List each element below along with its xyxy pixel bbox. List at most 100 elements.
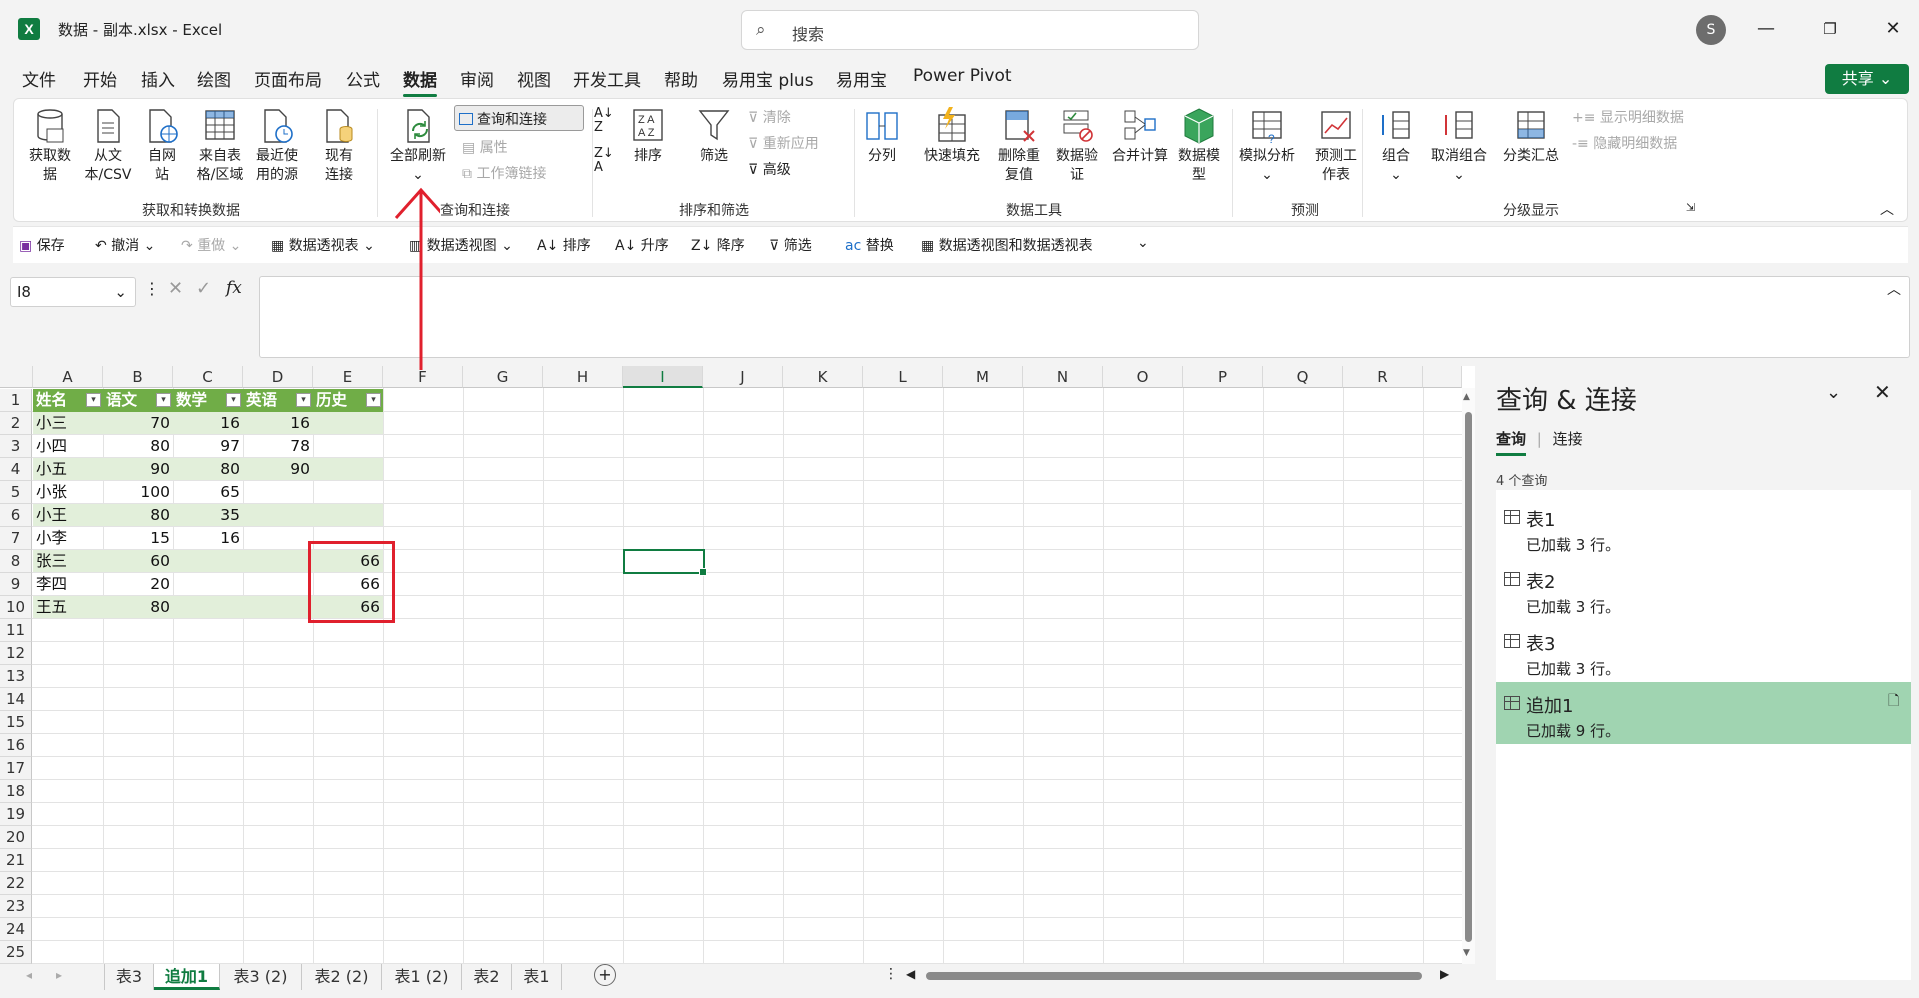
column-header[interactable]: O [1103,366,1183,388]
consolidate-button[interactable]: 合并计算 [1108,107,1172,166]
table-cell[interactable] [243,550,313,573]
table-header-cell[interactable]: 历史 ▾ [313,389,383,412]
row-header[interactable]: 14 [0,688,32,711]
row-header[interactable]: 15 [0,711,32,734]
from-web-button[interactable]: 自网站 [142,107,182,185]
from-text-csv-button[interactable]: 从文本/CSV [80,107,136,185]
restore-icon[interactable]: ❐ [1815,14,1845,44]
query-item[interactable]: 表1 已加载 3 行。 [1496,496,1911,558]
filter-dropdown-icon[interactable]: ▾ [156,393,171,407]
table-cell[interactable]: 80 [103,504,173,527]
scroll-up-icon[interactable]: ▲ [1463,392,1470,402]
tab-insert[interactable]: 插入 [141,66,175,91]
advanced-filter-button[interactable]: ⊽ 高级 [748,159,791,179]
row-header[interactable]: 3 [0,435,32,458]
active-cell-i8[interactable] [623,549,707,576]
row-header[interactable]: 12 [0,642,32,665]
filter-dropdown-icon[interactable]: ▾ [86,393,101,407]
ungroup-button[interactable]: 取消组合 ⌄ [1426,107,1492,185]
table-cell[interactable] [173,550,243,573]
table-cell[interactable]: 60 [103,550,173,573]
table-cell[interactable]: 90 [103,458,173,481]
pivot-table-button[interactable]: ▦ 数据透视表 ⌄ [271,235,375,255]
table-cell[interactable]: 16 [243,412,313,435]
table-cell[interactable]: 78 [243,435,313,458]
add-sheet-button[interactable]: + [594,964,616,986]
tab-formulas[interactable]: 公式 [346,66,380,91]
replace-button[interactable]: ac 替换 [845,235,894,255]
close-pane-icon[interactable]: ✕ [1874,380,1891,404]
tab-review[interactable]: 审阅 [460,66,494,91]
tab-data[interactable]: 数据 [403,66,437,97]
table-cell[interactable]: 小张 [33,481,103,504]
sheet-tab[interactable]: 表2 (2) [302,964,382,990]
table-cell[interactable] [313,481,383,504]
sheet-tab[interactable]: 表3 [104,964,154,990]
sort-desc-button[interactable]: Z↓ 降序 [691,235,745,255]
column-header[interactable]: Q [1263,366,1343,388]
prev-sheet-icon[interactable]: ◂ [26,968,32,982]
sheet-tab-active[interactable]: 追加1 [154,964,220,990]
undo-button[interactable]: ↶ 撤消 ⌄ [95,235,155,255]
row-header[interactable]: 4 [0,458,32,481]
sort-qat-button[interactable]: A↓ 排序 [537,235,591,255]
table-cell[interactable]: 15 [103,527,173,550]
avatar[interactable]: S [1696,15,1726,45]
pivot-both-button[interactable]: ▦ 数据透视图和数据透视表 [921,235,1093,255]
table-cell[interactable]: 80 [103,596,173,619]
collapse-ribbon-icon[interactable]: ︿ [1880,199,1894,219]
more-options-icon[interactable]: ⋮ [144,279,160,298]
table-header-cell[interactable]: 英语 ▾ [243,389,313,412]
filter-dropdown-icon[interactable]: ▾ [366,393,381,407]
tab-home[interactable]: 开始 [83,66,117,91]
tab-page-layout[interactable]: 页面布局 [254,66,322,91]
text-to-columns-button[interactable]: 分列 [862,107,902,166]
row-header[interactable]: 24 [0,918,32,941]
select-all-corner[interactable] [0,366,33,388]
filter-button[interactable]: 筛选 [694,107,734,166]
data-validation-button[interactable]: 数据验证 [1052,107,1102,185]
row-header[interactable]: 2 [0,412,32,435]
scroll-left-icon[interactable]: ◀ [906,967,915,981]
subtotal-button[interactable]: 分类汇总 [1500,107,1562,166]
refresh-all-button[interactable]: 全部刷新 ⌄ [385,107,451,185]
tab-file[interactable]: 文件 [22,66,56,91]
tab-view[interactable]: 视图 [517,66,551,91]
table-cell[interactable]: 16 [173,527,243,550]
table-cell[interactable] [313,435,383,458]
tab-power-pivot[interactable]: Power Pivot [913,66,1012,86]
sheet-tab[interactable]: 表1 (2) [382,964,462,990]
table-cell[interactable]: 小四 [33,435,103,458]
sheet-tab[interactable]: 表2 [462,964,512,990]
tab-queries[interactable]: 查询 [1496,430,1527,456]
column-header[interactable]: P [1183,366,1263,388]
row-header[interactable]: 10 [0,596,32,619]
table-cell[interactable]: 20 [103,573,173,596]
tab-connections[interactable]: 连接 [1553,430,1583,448]
table-cell[interactable] [313,412,383,435]
column-header[interactable]: C [173,366,243,388]
recent-sources-button[interactable]: 最近使用的源 [250,107,304,185]
dialog-launcher-icon[interactable]: ⇲ [1686,201,1695,214]
column-header[interactable]: K [783,366,863,388]
worksheet-grid[interactable]: A B C D E F G H I J K L M N O P Q R 1234… [0,366,1475,964]
filter-dropdown-icon[interactable]: ▾ [226,393,241,407]
column-header[interactable]: J [703,366,783,388]
table-cell[interactable] [243,596,313,619]
row-header[interactable]: 11 [0,619,32,642]
row-header[interactable]: 20 [0,826,32,849]
sort-az-button[interactable]: A↓ Z [594,107,614,135]
search-input[interactable]: ⌕ 搜索 [741,10,1199,50]
table-cell[interactable]: 70 [103,412,173,435]
row-header[interactable]: 8 [0,550,32,573]
query-item[interactable]: 表2 已加载 3 行。 [1496,558,1911,620]
chevron-down-icon[interactable]: ⌄ [1826,382,1841,403]
row-header[interactable]: 19 [0,803,32,826]
forecast-sheet-button[interactable]: 预测工作表 [1310,107,1362,185]
column-header[interactable]: G [463,366,543,388]
column-header-selected[interactable]: I [623,366,703,388]
minimize-icon[interactable]: — [1751,14,1781,44]
flash-fill-button[interactable]: 快速填充 [920,107,984,166]
save-button[interactable]: ▣ 保存 [19,235,65,255]
table-cell[interactable]: 35 [173,504,243,527]
